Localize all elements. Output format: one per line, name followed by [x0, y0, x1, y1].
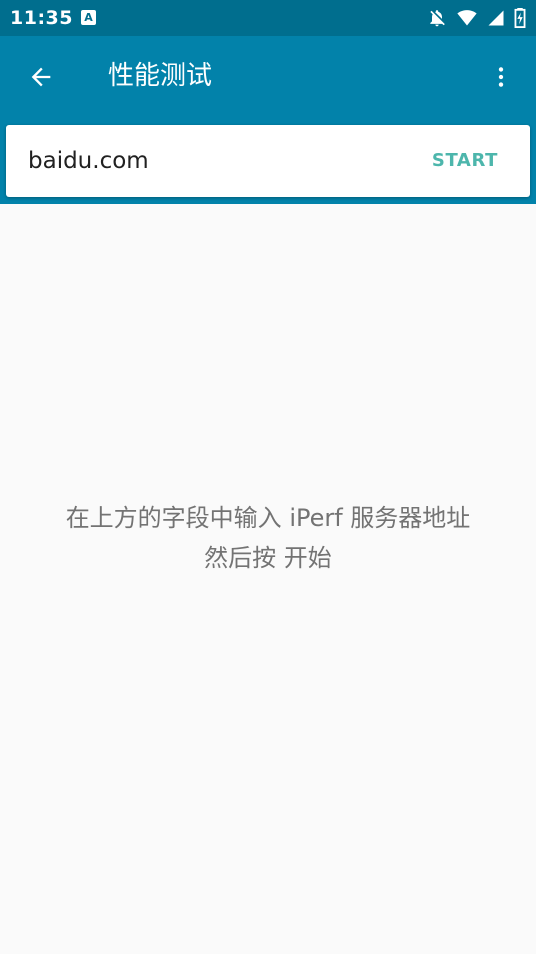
server-address-input[interactable]: [28, 141, 388, 181]
notifications-off-icon: [430, 10, 445, 27]
wifi-icon: [457, 10, 477, 26]
hint-line-2: 然后按 开始: [204, 544, 332, 572]
app-bar: 性能测试: [0, 36, 536, 118]
more-vert-icon: [498, 67, 504, 87]
empty-state-hint: 在上方的字段中输入 iPerf 服务器地址 然后按 开始: [0, 498, 536, 578]
server-input-card: START: [6, 125, 530, 197]
arrow-back-icon: [31, 67, 51, 87]
overflow-menu-button[interactable]: [478, 54, 524, 100]
server-input-bar: START: [0, 118, 536, 204]
back-button[interactable]: [18, 54, 64, 100]
battery-icon: [514, 8, 526, 28]
status-bar: 11:35 A: [0, 0, 536, 36]
start-button[interactable]: START: [418, 143, 512, 179]
status-icons: [427, 7, 526, 29]
hint-line-1: 在上方的字段中输入 iPerf 服务器地址: [65, 504, 471, 532]
signal-icon: [488, 10, 504, 26]
status-time: 11:35: [10, 7, 73, 29]
a-notification-icon: A: [81, 10, 96, 25]
page-title: 性能测试: [108, 61, 213, 91]
